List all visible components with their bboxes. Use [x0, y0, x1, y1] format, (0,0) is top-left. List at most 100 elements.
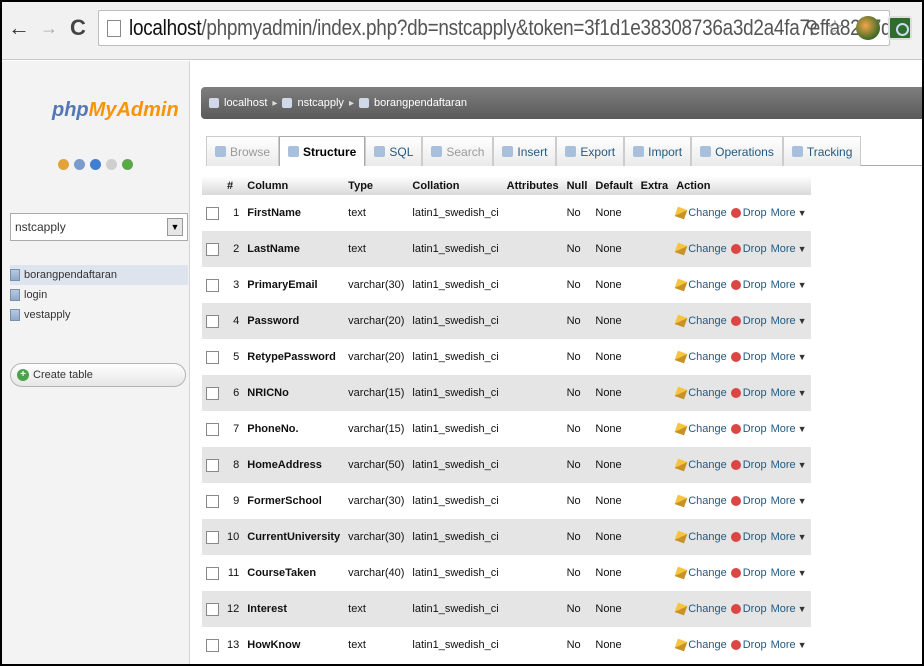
drop-link[interactable]: Drop — [727, 567, 767, 579]
more-menu[interactable]: More ▼ — [771, 531, 807, 543]
change-link[interactable]: Change — [674, 314, 727, 328]
more-menu[interactable]: More ▼ — [771, 603, 807, 615]
drop-link[interactable]: Drop — [727, 423, 767, 435]
header-column[interactable]: Column — [243, 176, 345, 195]
drop-link[interactable]: Drop — [727, 639, 767, 651]
change-link[interactable]: Change — [674, 386, 727, 400]
nav-table-item[interactable]: login — [10, 285, 188, 305]
row-checkbox[interactable] — [206, 458, 219, 472]
more-menu[interactable]: More ▼ — [771, 207, 807, 219]
back-button[interactable]: ← — [8, 16, 30, 40]
drop-link[interactable]: Drop — [727, 531, 767, 543]
phpmyadmin-logo[interactable]: phpMyAdmin — [52, 99, 179, 122]
row-checkbox[interactable] — [206, 242, 219, 256]
row-checkbox[interactable] — [206, 566, 219, 580]
chevron-down-icon: ▼ — [797, 532, 807, 542]
nav-table-item[interactable]: borangpendaftaran — [10, 265, 188, 285]
change-link[interactable]: Change — [674, 458, 727, 472]
forward-button[interactable]: → — [40, 16, 58, 40]
breadcrumb-server[interactable]: localhost — [224, 97, 267, 109]
chevron-down-icon[interactable]: ▼ — [167, 218, 183, 236]
header-collation: Collation — [408, 176, 503, 195]
extension-icon[interactable] — [856, 16, 880, 40]
more-menu[interactable]: More ▼ — [771, 279, 807, 291]
row-checkbox[interactable] — [206, 638, 219, 652]
row-checkbox[interactable] — [206, 602, 219, 616]
row-checkbox[interactable] — [206, 530, 219, 544]
drop-link[interactable]: Drop — [727, 603, 767, 615]
drop-link[interactable]: Drop — [727, 315, 767, 327]
drop-link[interactable]: Drop — [727, 279, 767, 291]
more-menu[interactable]: More ▼ — [771, 495, 807, 507]
more-menu[interactable]: More ▼ — [771, 459, 807, 471]
reload-button[interactable]: C — [70, 16, 86, 40]
address-bar[interactable]: localhost/phpmyadmin/index.php?db=nstcap… — [98, 10, 891, 46]
drop-link[interactable]: Drop — [727, 351, 767, 363]
bookmark-star-icon[interactable]: ☆ — [826, 15, 844, 40]
change-link[interactable]: Change — [674, 206, 727, 220]
row-checkbox-cell — [202, 555, 223, 591]
change-link[interactable]: Change — [674, 638, 727, 652]
database-select[interactable]: nstcapply ▼ — [10, 213, 188, 241]
change-link[interactable]: Change — [674, 602, 727, 616]
change-link[interactable]: Change — [674, 242, 727, 256]
row-checkbox[interactable] — [206, 206, 219, 220]
extension-icon[interactable] — [888, 16, 912, 40]
drop-link[interactable]: Drop — [727, 495, 767, 507]
cell-num: 8 — [223, 447, 244, 483]
tab-import[interactable]: Import — [624, 136, 692, 166]
table-row: 1 FirstName text latin1_swedish_ci No None Cha… — [202, 195, 811, 231]
more-menu[interactable]: More ▼ — [771, 351, 807, 363]
breadcrumb-database[interactable]: nstcapply — [297, 97, 343, 109]
more-menu[interactable]: More ▼ — [771, 639, 807, 651]
change-link[interactable]: Change — [674, 422, 727, 436]
tab-tracking[interactable]: Tracking — [782, 136, 862, 166]
zoom-icon[interactable]: ⚲ — [805, 17, 818, 38]
change-link[interactable]: Change — [674, 278, 727, 292]
chevron-down-icon: ▼ — [797, 460, 807, 470]
cell-action: Change Drop More ▼ — [672, 447, 811, 483]
drop-link[interactable]: Drop — [727, 387, 767, 399]
row-checkbox[interactable] — [206, 422, 219, 436]
docs-icon[interactable] — [106, 159, 117, 170]
drop-link[interactable]: Drop — [727, 207, 767, 219]
tab-search[interactable]: Search — [422, 136, 494, 166]
row-checkbox[interactable] — [206, 350, 219, 364]
row-checkbox[interactable] — [206, 278, 219, 292]
url-text[interactable]: localhost/phpmyadmin/index.php?db=nstcap… — [129, 15, 891, 41]
tab-operations[interactable]: Operations — [691, 136, 783, 166]
drop-link[interactable]: Drop — [727, 459, 767, 471]
change-link[interactable]: Change — [674, 350, 727, 364]
change-link[interactable]: Change — [674, 494, 727, 508]
tab-insert[interactable]: Insert — [493, 136, 557, 166]
tab-structure[interactable]: Structure — [279, 136, 366, 166]
more-menu[interactable]: More ▼ — [771, 243, 807, 255]
create-table-button[interactable]: + Create table — [10, 363, 186, 387]
change-link[interactable]: Change — [674, 530, 727, 544]
row-checkbox-cell — [202, 375, 223, 411]
row-checkbox[interactable] — [206, 314, 219, 328]
more-menu[interactable]: More ▼ — [771, 423, 807, 435]
tab-sql[interactable]: SQL — [365, 136, 423, 166]
more-menu[interactable]: More ▼ — [771, 315, 807, 327]
tab-browse[interactable]: Browse — [206, 136, 280, 166]
drop-link[interactable]: Drop — [727, 243, 767, 255]
nav-table-item[interactable]: vestapply — [10, 305, 188, 325]
row-checkbox[interactable] — [206, 386, 219, 400]
breadcrumb-table[interactable]: borangpendaftaran — [374, 97, 467, 109]
tab-export[interactable]: Export — [556, 136, 625, 166]
row-checkbox[interactable] — [206, 494, 219, 508]
home-icon[interactable] — [58, 159, 69, 170]
cell-attributes — [502, 267, 563, 303]
cell-null: No — [562, 555, 592, 591]
row-checkbox-cell — [202, 267, 223, 303]
more-menu[interactable]: More ▼ — [771, 387, 807, 399]
cell-attributes — [502, 519, 563, 555]
help-icon[interactable] — [90, 159, 101, 170]
more-menu[interactable]: More ▼ — [771, 567, 807, 579]
cell-default: None — [591, 591, 637, 627]
cell-collation: latin1_swedish_ci — [408, 267, 503, 303]
change-link[interactable]: Change — [674, 566, 727, 580]
sql-query-icon[interactable] — [74, 159, 85, 170]
reload-nav-icon[interactable] — [122, 159, 133, 170]
